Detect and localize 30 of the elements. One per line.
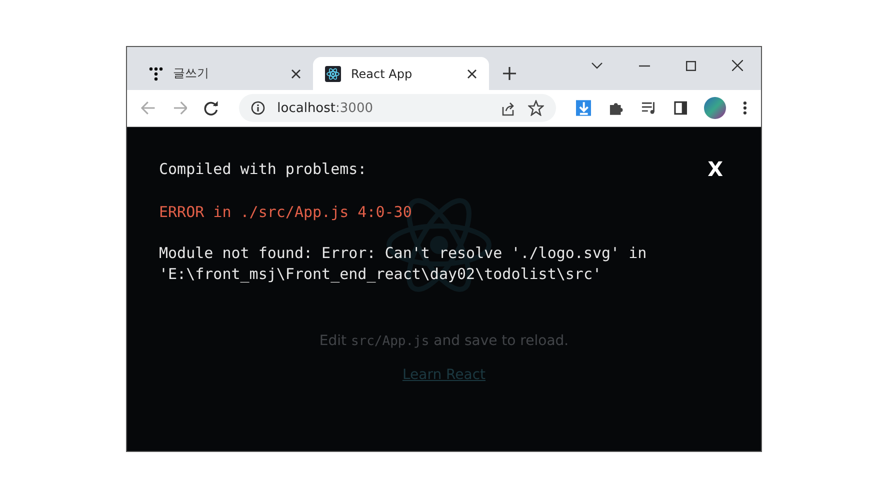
- profile-avatar[interactable]: [704, 97, 726, 119]
- error-heading: ERROR in ./src/App.js 4:0-30: [159, 203, 413, 221]
- minimize-icon[interactable]: [639, 64, 650, 66]
- maximize-icon[interactable]: [686, 60, 696, 70]
- close-icon[interactable]: [467, 68, 477, 78]
- new-tab-icon[interactable]: [503, 67, 516, 80]
- tab-title: 글쓰기: [173, 65, 209, 82]
- dots-icon: [149, 66, 163, 80]
- url-text: localhost:3000: [277, 100, 373, 116]
- error-message: Module not found: Error: Can't resolve './logo.svg' in 'E:\front_msj\Front_end_react\day02\todolist\src': [159, 243, 648, 285]
- side-panel-icon[interactable]: [674, 101, 688, 115]
- browser-tab[interactable]: React App: [313, 57, 489, 90]
- reload-icon[interactable]: [204, 100, 220, 116]
- close-icon[interactable]: [732, 60, 743, 71]
- close-icon[interactable]: [291, 68, 301, 78]
- info-icon: [251, 101, 266, 115]
- edit-hint-text: Edit src/App.js and save to reload.: [319, 333, 569, 349]
- puzzle-icon[interactable]: [608, 100, 624, 116]
- download-icon[interactable]: [576, 100, 592, 116]
- tab-title: React App: [351, 66, 412, 80]
- address-bar[interactable]: localhost:3000: [239, 94, 556, 122]
- chevron-down-icon[interactable]: [591, 62, 603, 69]
- playlist-icon[interactable]: [641, 101, 657, 115]
- more-menu-icon[interactable]: [743, 101, 747, 115]
- react-icon: [325, 66, 341, 82]
- browser-tab[interactable]: 글쓰기: [137, 57, 313, 90]
- close-button[interactable]: X: [704, 157, 727, 181]
- share-icon[interactable]: [500, 100, 516, 116]
- overlay-title: Compiled with problems:: [159, 160, 367, 178]
- star-icon[interactable]: [528, 100, 544, 116]
